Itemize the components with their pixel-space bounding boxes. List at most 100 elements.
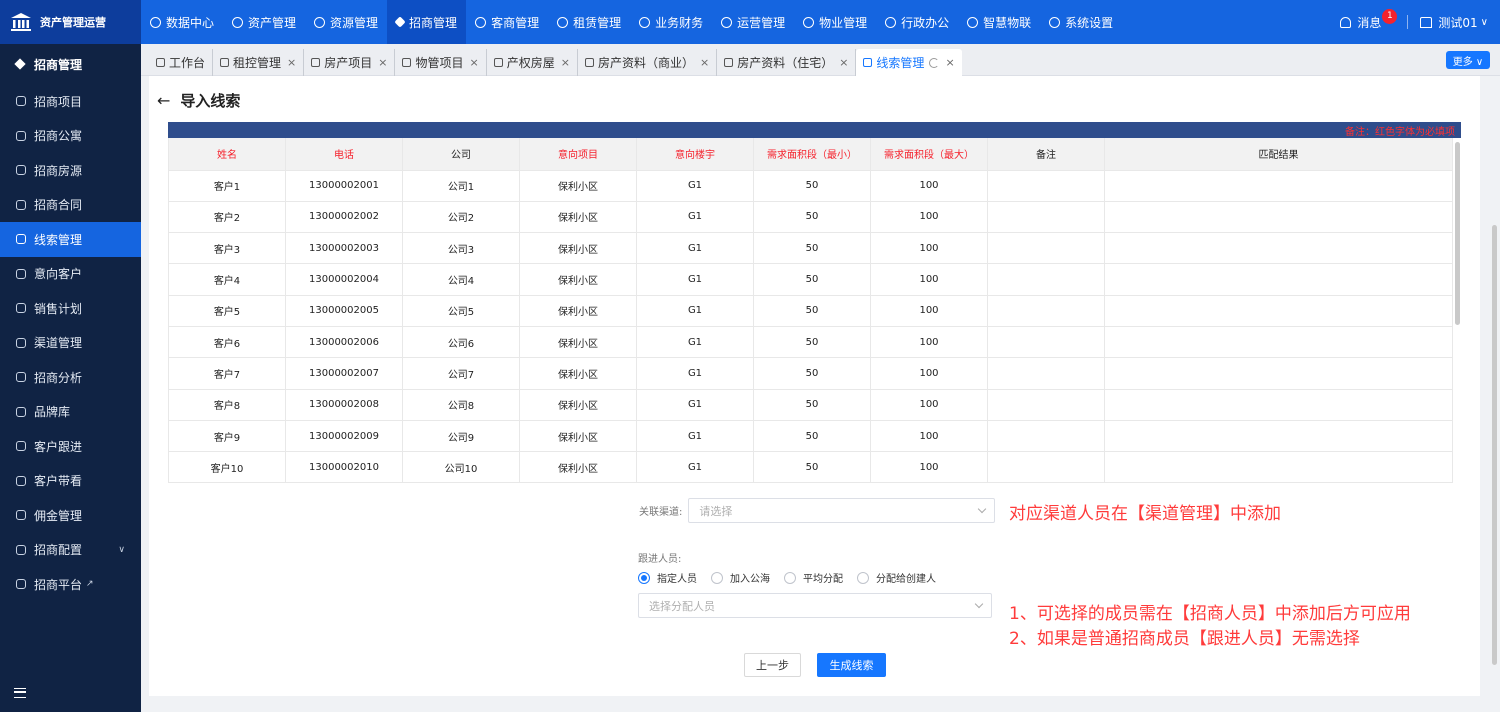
app-logo[interactable]: 资产管理运营 [0,0,141,44]
messages-button[interactable]: 消息 1 [1340,8,1398,31]
radio-button[interactable] [711,571,723,584]
page-tab[interactable]: 工作台 [149,49,214,76]
channel-select[interactable]: 请选择 [688,498,996,523]
close-icon[interactable]: × [470,56,479,69]
follow-radio-option[interactable]: 加入公海 [711,570,770,585]
topnav-item[interactable]: 客商管理 [466,0,548,44]
topnav-item[interactable]: 资产管理 [223,0,305,44]
table-cell: G1 [636,170,754,202]
back-arrow-icon[interactable]: ← [157,91,170,110]
channel-placeholder: 请选择 [699,504,733,518]
close-icon[interactable]: × [561,56,570,69]
topnav-item[interactable]: 租赁管理 [548,0,630,44]
follow-radio-option[interactable]: 分配给创建人 [857,570,936,585]
close-icon[interactable]: × [700,56,709,69]
table-scrollbar[interactable] [1455,142,1460,325]
sidebar-item[interactable]: 客户带看 [0,464,141,499]
topnav-item[interactable]: 资源管理 [305,0,387,44]
page-tab[interactable]: 线索管理 × [856,49,962,76]
topnav-item[interactable]: 系统设置 [1040,0,1122,44]
follow-radio-group: 指定人员 加入公海 平均分配 分配给创建人 [638,570,950,585]
topnav-item[interactable]: 行政办公 [876,0,958,44]
table-cell [1104,263,1453,296]
top-right-area: 消息 1 测试01 ∨ [1340,0,1500,44]
sidebar-item[interactable]: 佣金管理 [0,498,141,533]
table-cell: 13000002008 [285,389,403,421]
table-cell: 保利小区 [519,357,637,390]
topnav-item[interactable]: 招商管理 [387,0,467,44]
page-tab[interactable]: 房产资料（住宅） × [717,49,857,76]
sidebar-item[interactable]: 渠道管理 [0,326,141,361]
follow-radio-option[interactable]: 指定人员 [638,570,697,585]
table-cell: 100 [870,357,988,390]
tabs-bar: 工作台 租控管理 × 房产项目 × 物管项目 × 产权房屋 × 房产资料（商业） × 房产资料（住宅）… [141,44,1500,76]
sidebar-item[interactable]: 招商房源 [0,153,141,188]
tab-label: 房产资料（商业） [597,56,694,70]
sidebar-item[interactable]: 招商配置 ∨ [0,533,141,568]
more-tabs-button[interactable]: 更多 ∨ [1446,51,1490,69]
sidebar-item[interactable]: 客户跟进 [0,429,141,464]
user-menu[interactable]: 测试01 ∨ [1420,14,1488,31]
generate-leads-button[interactable]: 生成线索 [817,653,886,677]
topnav-icon [639,16,651,28]
follow-label: 跟进人员: [638,554,682,565]
tab-icon [863,58,873,67]
page-tab[interactable]: 产权房屋 × [487,49,578,76]
table-cell: G1 [636,357,754,390]
page-tab[interactable]: 物管项目 × [395,49,487,76]
column-header: 备注 [987,138,1105,171]
sidebar-item[interactable]: 招商公寓 [0,119,141,154]
page-tab[interactable]: 房产资料（商业） × [578,49,718,76]
table-cell: 客户9 [168,420,286,453]
refresh-icon[interactable] [929,57,940,68]
table-cell: 13000002005 [285,295,403,327]
app-title: 资产管理运营 [40,16,106,29]
table-row: 客户1 13000002001 公司1 保利小区 G1 50 100 [168,170,1453,202]
radio-button[interactable] [857,571,869,584]
table-cell: 公司2 [402,201,520,234]
close-icon[interactable]: × [839,56,848,69]
page-tab[interactable]: 租控管理 × [213,49,305,76]
table-cell: 50 [753,201,871,234]
table-cell: 100 [870,389,988,421]
tab-icon [493,58,503,67]
radio-button[interactable] [784,571,796,584]
follow-radio-option[interactable]: 平均分配 [784,570,843,585]
tab-label: 线索管理 [876,56,925,70]
radio-label: 加入公海 [730,574,770,585]
prev-step-button[interactable]: 上一步 [744,653,801,677]
table-row: 客户8 13000002008 公司8 保利小区 G1 50 100 [168,389,1453,421]
table-cell: 50 [753,357,871,390]
diamond-icon [14,58,26,70]
close-icon[interactable]: × [287,56,296,69]
tab-icon [220,58,230,67]
topnav-item[interactable]: 业务财务 [630,0,712,44]
sidebar-item[interactable]: 销售计划 [0,291,141,326]
sidebar-item[interactable]: 意向客户 [0,257,141,292]
page-scrollbar[interactable] [1492,225,1497,665]
sidebar-item[interactable]: 招商分析 [0,360,141,395]
table-cell: G1 [636,263,754,296]
sidebar-item[interactable]: 招商项目 [0,84,141,119]
topnav-item[interactable]: 运营管理 [712,0,794,44]
page-tab[interactable]: 房产项目 × [304,49,396,76]
sidebar-item[interactable]: 线索管理 [0,222,141,257]
topnav-label: 招商管理 [409,15,458,30]
topnav-item[interactable]: 数据中心 [141,0,223,44]
sidebar-item[interactable]: 招商平台 ↗ [0,567,141,602]
table-cell: 100 [870,295,988,327]
sidebar-item-label: 招商合同 [34,198,83,213]
table-cell [987,295,1105,327]
column-header: 需求面积段（最小） [753,138,871,171]
close-icon[interactable]: × [945,56,954,69]
assignee-select[interactable]: 选择分配人员 [638,593,992,618]
close-icon[interactable]: × [378,56,387,69]
collapse-menu-icon[interactable] [14,688,26,698]
topnav-item[interactable]: 智慧物联 [958,0,1040,44]
topnav-item[interactable]: 物业管理 [794,0,876,44]
sidebar-item[interactable]: 品牌库 [0,395,141,430]
table-cell: 50 [753,232,871,265]
sidebar-item[interactable]: 招商合同 [0,188,141,223]
sidebar-item-icon [16,441,26,452]
radio-button[interactable] [638,571,650,584]
